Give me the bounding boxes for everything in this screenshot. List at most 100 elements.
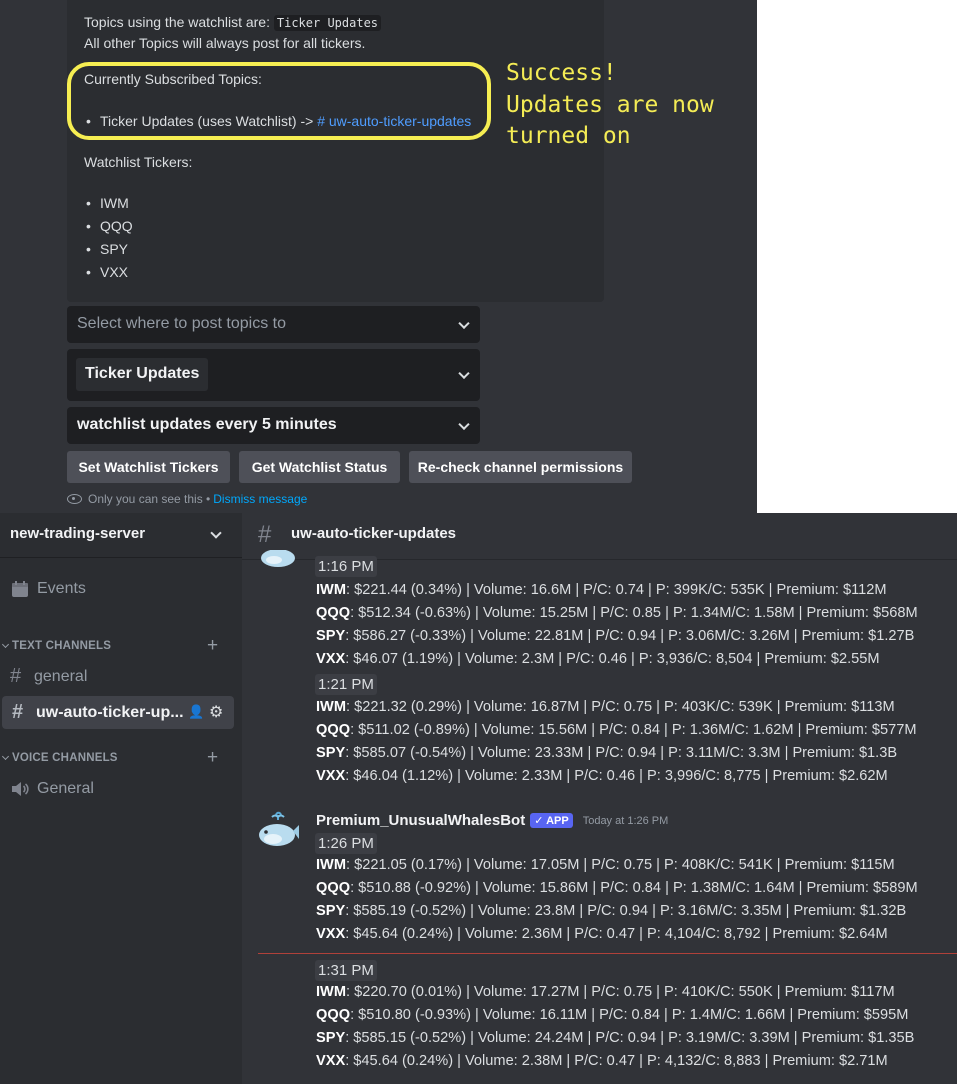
quote-details: : $512.34 (-0.63%) | Volume: 15.25M | P/… xyxy=(350,605,918,621)
sidebar-item-uw-auto-ticker-updates[interactable]: # uw-auto-ticker-up... 👤 ⚙ xyxy=(2,696,234,729)
ticker-symbol: SPY xyxy=(316,745,346,761)
quote-details: : $46.07 (1.19%) | Volume: 2.3M | P/C: 0… xyxy=(345,651,880,667)
sidebar-item-voice-general[interactable]: General xyxy=(0,772,234,805)
sidebar-item-label: general xyxy=(34,667,88,685)
server-header[interactable]: new-trading-server xyxy=(0,513,242,558)
quote-line: IWM: $221.32 (0.29%) | Volume: 16.87M | … xyxy=(316,699,895,715)
quote-details: : $585.15 (-0.52%) | Volume: 24.24M | P/… xyxy=(345,1030,915,1046)
update-interval-select[interactable]: watchlist updates every 5 minutes xyxy=(67,407,480,444)
ticker-symbol: IWM xyxy=(316,582,346,598)
chevron-down-icon xyxy=(458,418,470,430)
sidebar-item-general[interactable]: # general xyxy=(0,660,234,693)
quote-details: : $221.32 (0.29%) | Volume: 16.87M | P/C… xyxy=(346,699,895,715)
quote-details: : $511.02 (-0.89%) | Volume: 15.56M | P/… xyxy=(350,722,917,738)
ephemeral-text: Only you can see this • xyxy=(88,492,211,506)
watchlist-ticker: SPY xyxy=(86,241,128,257)
quote-details: : $220.70 (0.01%) | Volume: 17.27M | P/C… xyxy=(346,984,895,1000)
hash-icon: # xyxy=(258,521,272,548)
server-name: new-trading-server xyxy=(10,525,146,542)
app-badge: ✓ APP xyxy=(530,813,573,828)
watchlist-ticker: VXX xyxy=(86,264,128,280)
hash-icon: # xyxy=(10,665,22,687)
eye-icon xyxy=(67,494,82,504)
ticker-symbol: VXX xyxy=(316,926,346,942)
annotation-line: Updates are now xyxy=(506,91,714,118)
gear-icon[interactable]: ⚙ xyxy=(209,702,223,722)
ticker-symbol: QQQ xyxy=(316,605,351,621)
quote-line: QQQ: $512.34 (-0.63%) | Volume: 15.25M |… xyxy=(316,605,918,621)
get-watchlist-status-button[interactable]: Get Watchlist Status xyxy=(239,451,400,483)
category-label: VOICE CHANNELS xyxy=(12,752,118,764)
quote-details: : $221.05 (0.17%) | Volume: 17.05M | P/C… xyxy=(346,857,895,873)
message-time-pill: 1:21 PM xyxy=(315,674,377,695)
message-time-pill: 1:26 PM xyxy=(315,833,377,854)
quote-line: SPY: $585.19 (-0.52%) | Volume: 23.8M | … xyxy=(316,903,906,919)
ticker-symbol: IWM xyxy=(316,984,346,1000)
add-channel-icon[interactable]: + xyxy=(207,635,218,657)
quote-line: SPY: $586.27 (-0.33%) | Volume: 22.81M |… xyxy=(316,628,914,644)
ticker-symbol: SPY xyxy=(316,903,346,919)
calendar-icon xyxy=(12,580,28,597)
bot-response-panel: Topics using the watchlist are: Ticker U… xyxy=(0,0,757,513)
quote-details: : $586.27 (-0.33%) | Volume: 22.81M | P/… xyxy=(345,628,915,644)
message-timestamp: Today at 1:26 PM xyxy=(582,814,669,827)
highlight-annotation-outline xyxy=(67,62,491,140)
chevron-down-icon xyxy=(1,752,10,761)
ticker-symbol: SPY xyxy=(316,1030,346,1046)
text-channels-category[interactable]: TEXT CHANNELS xyxy=(0,640,111,652)
success-annotation: Success! Updates are now turned on xyxy=(506,58,714,153)
annotation-line: Success! xyxy=(506,60,617,86)
topic-select[interactable]: Ticker Updates xyxy=(67,349,480,401)
quote-line: SPY: $585.15 (-0.52%) | Volume: 24.24M |… xyxy=(316,1030,914,1046)
annotation-line: turned on xyxy=(506,123,631,149)
quote-line: VXX: $45.64 (0.24%) | Volume: 2.38M | P/… xyxy=(316,1053,888,1069)
watchlist-header: Watchlist Tickers: xyxy=(84,154,193,170)
ticker-symbol: VXX xyxy=(316,651,346,667)
quote-line: IWM: $221.44 (0.34%) | Volume: 16.6M | P… xyxy=(316,582,887,598)
inline-code-ticker-updates: Ticker Updates xyxy=(273,15,382,31)
whale-avatar-icon xyxy=(261,550,295,567)
chevron-down-icon xyxy=(1,640,10,649)
embed-line1-prefix: Topics using the watchlist are: xyxy=(84,14,270,30)
sidebar-item-events[interactable]: Events xyxy=(0,572,234,605)
message-author: Premium_UnusualWhalesBot ✓ APP Today at … xyxy=(316,812,668,829)
ticker-symbol: QQQ xyxy=(316,722,351,738)
whale-avatar-icon[interactable] xyxy=(256,811,300,851)
add-channel-icon[interactable]: + xyxy=(207,747,218,769)
embed-line2: All other Topics will always post for al… xyxy=(84,35,366,51)
message-time-pill: 1:16 PM xyxy=(315,556,377,577)
chevron-down-icon xyxy=(458,317,470,329)
ticker-symbol: SPY xyxy=(316,628,346,644)
sidebar-item-label: General xyxy=(37,779,94,797)
quote-details: : $46.04 (1.12%) | Volume: 2.33M | P/C: … xyxy=(345,768,888,784)
quote-line: IWM: $220.70 (0.01%) | Volume: 17.27M | … xyxy=(316,984,895,1000)
quote-line: SPY: $585.07 (-0.54%) | Volume: 23.33M |… xyxy=(316,745,897,761)
ticker-symbol: QQQ xyxy=(316,1007,351,1023)
recheck-permissions-button[interactable]: Re-check channel permissions xyxy=(409,451,632,483)
channel-header: # uw-auto-ticker-updates xyxy=(242,513,957,560)
set-watchlist-tickers-button[interactable]: Set Watchlist Tickers xyxy=(67,451,230,483)
sidebar-item-label: uw-auto-ticker-up... xyxy=(36,703,184,721)
author-name[interactable]: Premium_UnusualWhalesBot xyxy=(316,812,525,829)
quote-details: : $585.19 (-0.52%) | Volume: 23.8M | P/C… xyxy=(345,903,907,919)
quote-details: : $221.44 (0.34%) | Volume: 16.6M | P/C:… xyxy=(346,582,887,598)
quote-line: QQQ: $510.88 (-0.92%) | Volume: 15.86M |… xyxy=(316,880,918,896)
quote-details: : $510.88 (-0.92%) | Volume: 15.86M | P/… xyxy=(350,880,918,896)
dismiss-message-link[interactable]: Dismiss message xyxy=(213,492,307,506)
post-location-select[interactable]: Select where to post topics to xyxy=(67,306,480,343)
message-time-pill: 1:31 PM xyxy=(315,960,377,981)
speaker-icon xyxy=(12,781,29,796)
embed-line-topics: Topics using the watchlist are: Ticker U… xyxy=(84,14,382,31)
quote-details: : $585.07 (-0.54%) | Volume: 23.33M | P/… xyxy=(345,745,898,761)
channel-sidebar: new-trading-server Events TEXT CHANNELS … xyxy=(0,513,242,1084)
category-label: TEXT CHANNELS xyxy=(12,640,112,652)
add-member-icon[interactable]: 👤 xyxy=(188,704,204,720)
select-placeholder: Select where to post topics to xyxy=(77,315,286,332)
ticker-symbol: VXX xyxy=(316,768,346,784)
ephemeral-notice: Only you can see this • Dismiss message xyxy=(67,492,307,506)
quote-details: : $45.64 (0.24%) | Volume: 2.38M | P/C: … xyxy=(345,1053,888,1069)
voice-channels-category[interactable]: VOICE CHANNELS xyxy=(0,752,118,764)
sidebar-item-label: Events xyxy=(37,579,86,597)
channel-view: # uw-auto-ticker-updates 1:16 PM IWM: $2… xyxy=(242,513,957,1084)
ticker-symbol: VXX xyxy=(316,1053,346,1069)
